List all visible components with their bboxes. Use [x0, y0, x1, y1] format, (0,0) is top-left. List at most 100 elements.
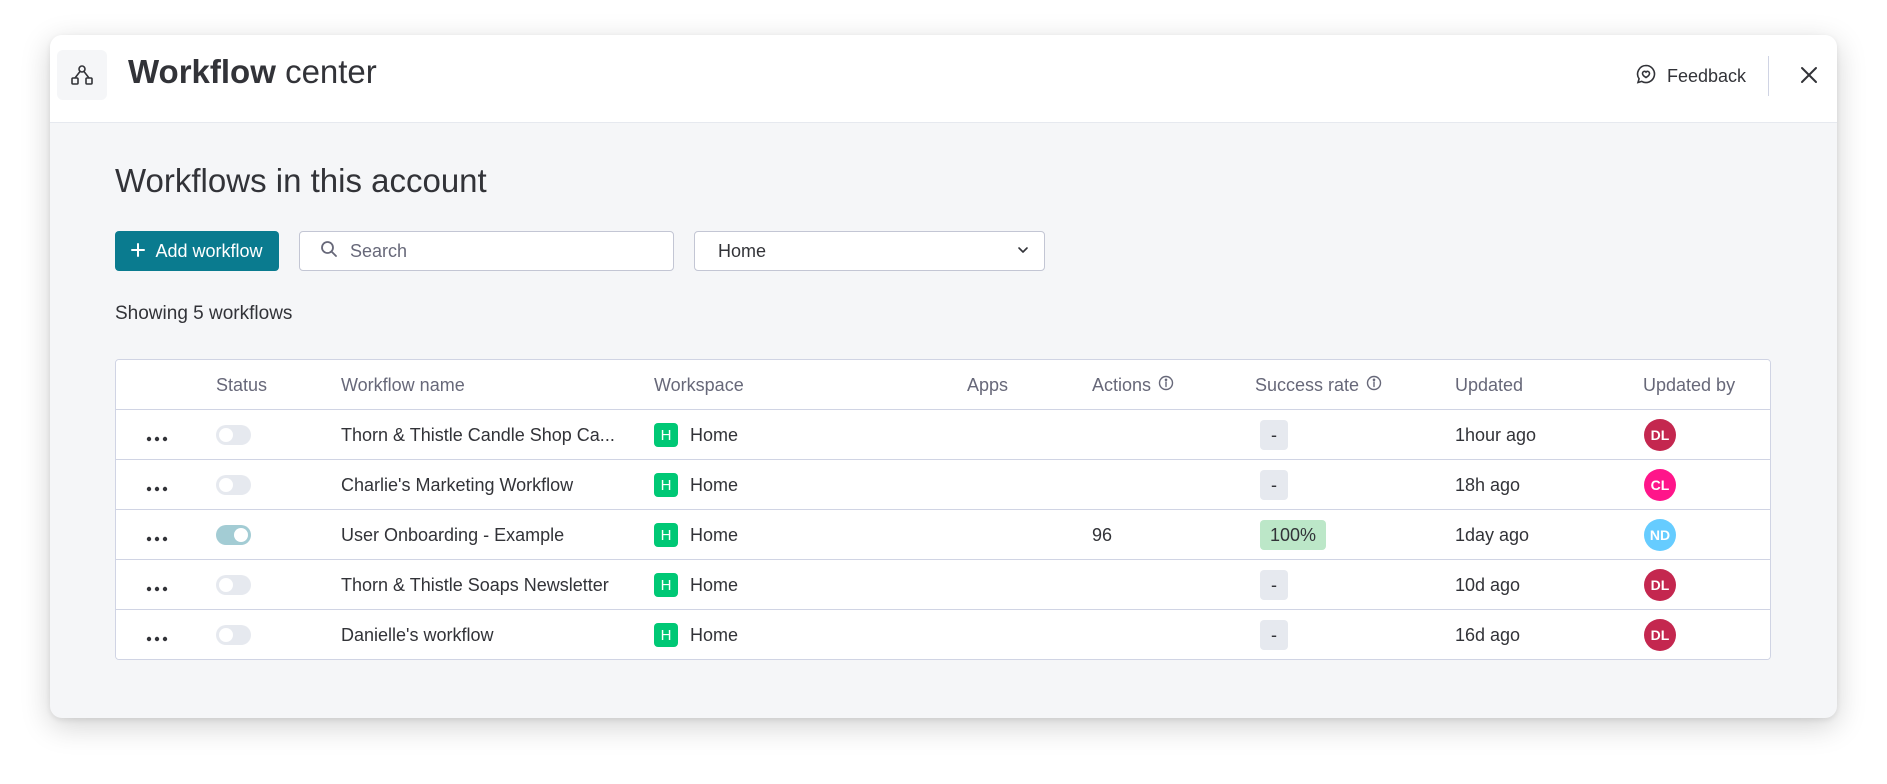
- workspace-cell: H Home: [654, 510, 738, 560]
- actions-cell: 96: [1092, 510, 1112, 560]
- workflows-table: Status Workflow name Workspace Apps Acti…: [115, 359, 1771, 660]
- column-header-workspace[interactable]: Workspace: [654, 360, 744, 410]
- workflow-count: Showing 5 workflows: [115, 303, 293, 324]
- chevron-down-icon: [1016, 241, 1030, 262]
- column-header-status-label: Status: [216, 374, 268, 395]
- modal-header: Workflow center Feedback: [50, 35, 1837, 123]
- search-icon: [320, 240, 338, 263]
- more-horizontal-icon: [146, 522, 168, 548]
- workflow-name-cell[interactable]: Charlie's Marketing Workflow: [341, 460, 573, 510]
- updated-value: 10d ago: [1455, 574, 1521, 595]
- search-input[interactable]: [350, 240, 650, 262]
- row-menu-button[interactable]: [144, 410, 170, 460]
- feedback-button[interactable]: Feedback: [1625, 59, 1756, 93]
- status-cell: [216, 560, 251, 610]
- workspace-name: Home: [690, 474, 739, 495]
- avatar[interactable]: ND: [1644, 519, 1676, 551]
- workspace-badge: H: [654, 623, 678, 647]
- workflow-name-cell[interactable]: Thorn & Thistle Soaps Newsletter: [341, 560, 609, 610]
- updated-value: 1hour ago: [1455, 424, 1537, 445]
- column-header-workflow-name-label: Workflow name: [341, 374, 465, 395]
- updated-by-cell: ND: [1644, 510, 1676, 560]
- table-row[interactable]: Thorn & Thistle Soaps Newsletter H Home …: [116, 560, 1770, 610]
- updated-cell: 10d ago: [1455, 560, 1520, 610]
- status-toggle[interactable]: [216, 425, 251, 445]
- workflow-name[interactable]: Danielle's workflow: [341, 625, 494, 646]
- table-row[interactable]: Charlie's Marketing Workflow H Home - 18…: [116, 460, 1770, 510]
- actions-value: 96: [1092, 524, 1113, 545]
- info-icon[interactable]: [1158, 375, 1174, 396]
- modal-title-light: center: [285, 53, 377, 90]
- table-row[interactable]: Thorn & Thistle Candle Shop Ca... H Home…: [116, 410, 1770, 460]
- success-rate-cell: -: [1260, 560, 1288, 610]
- header-divider: [1768, 56, 1769, 96]
- success-rate-cell: -: [1260, 410, 1288, 460]
- close-button[interactable]: [1793, 61, 1825, 93]
- status-toggle[interactable]: [216, 475, 251, 495]
- workspace-name: Home: [690, 524, 739, 545]
- avatar[interactable]: DL: [1644, 419, 1676, 451]
- success-rate-cell: -: [1260, 610, 1288, 659]
- column-header-updated-by[interactable]: Updated by: [1643, 360, 1735, 410]
- workspace-cell: H Home: [654, 410, 738, 460]
- success-rate-badge: -: [1260, 470, 1288, 500]
- info-icon[interactable]: [1366, 375, 1382, 396]
- workspace-name: Home: [690, 574, 739, 595]
- workspace-name: Home: [690, 424, 739, 445]
- status-toggle[interactable]: [216, 625, 251, 645]
- row-menu-button[interactable]: [144, 610, 170, 659]
- success-rate-cell: -: [1260, 460, 1288, 510]
- workspace-badge: H: [654, 573, 678, 597]
- row-menu-button[interactable]: [144, 510, 170, 560]
- status-cell: [216, 510, 251, 560]
- row-menu-button[interactable]: [144, 560, 170, 610]
- column-header-updated[interactable]: Updated: [1455, 360, 1523, 410]
- column-header-workflow-name[interactable]: Workflow name: [341, 360, 465, 410]
- workflow-name-cell[interactable]: User Onboarding - Example: [341, 510, 564, 560]
- table-row[interactable]: User Onboarding - Example H Home 96 100%…: [116, 510, 1770, 560]
- column-header-success-rate[interactable]: Success rate: [1255, 360, 1382, 410]
- updated-value: 16d ago: [1455, 624, 1521, 645]
- workspace-name: Home: [690, 624, 739, 645]
- workspace-badge: H: [654, 423, 678, 447]
- workflow-name[interactable]: Charlie's Marketing Workflow: [341, 475, 573, 496]
- column-header-workspace-label: Workspace: [654, 374, 744, 395]
- avatar[interactable]: CL: [1644, 469, 1676, 501]
- workflow-center-modal: Workflow center Feedback Workflows in th…: [50, 35, 1837, 718]
- updated-by-cell: DL: [1644, 610, 1676, 659]
- table-body: Thorn & Thistle Candle Shop Ca... H Home…: [116, 410, 1770, 659]
- column-header-status[interactable]: Status: [216, 360, 267, 410]
- feedback-label: Feedback: [1667, 65, 1747, 86]
- column-header-actions-label: Actions: [1092, 374, 1152, 395]
- status-toggle[interactable]: [216, 575, 251, 595]
- more-horizontal-icon: [146, 572, 168, 598]
- modal-title: Workflow center: [128, 52, 377, 92]
- updated-by-cell: DL: [1644, 560, 1676, 610]
- column-header-actions[interactable]: Actions: [1092, 360, 1174, 410]
- workspace-cell: H Home: [654, 560, 738, 610]
- more-horizontal-icon: [146, 622, 168, 648]
- status-toggle[interactable]: [216, 525, 251, 545]
- add-workflow-label: Add workflow: [155, 240, 263, 261]
- workflow-name[interactable]: Thorn & Thistle Candle Shop Ca...: [341, 425, 615, 446]
- workflow-name-cell[interactable]: Danielle's workflow: [341, 610, 494, 659]
- workflow-name[interactable]: User Onboarding - Example: [341, 525, 564, 546]
- feedback-chat-icon: [1635, 63, 1657, 90]
- column-header-success-rate-label: Success rate: [1255, 374, 1360, 395]
- row-menu-button[interactable]: [144, 460, 170, 510]
- column-header-apps[interactable]: Apps: [967, 360, 1008, 410]
- more-horizontal-icon: [146, 472, 168, 498]
- success-rate-badge: -: [1260, 420, 1288, 450]
- avatar[interactable]: DL: [1644, 619, 1676, 651]
- column-header-updated-label: Updated: [1455, 374, 1524, 395]
- workspace-select[interactable]: Home: [694, 231, 1045, 271]
- workflow-name-cell[interactable]: Thorn & Thistle Candle Shop Ca...: [341, 410, 615, 460]
- workflow-name[interactable]: Thorn & Thistle Soaps Newsletter: [341, 575, 609, 596]
- updated-value: 18h ago: [1455, 474, 1521, 495]
- column-header-apps-label: Apps: [967, 374, 1009, 395]
- add-workflow-button[interactable]: Add workflow: [115, 231, 279, 271]
- table-row[interactable]: Danielle's workflow H Home - 16d ago DL: [116, 610, 1770, 659]
- avatar[interactable]: DL: [1644, 569, 1676, 601]
- close-icon: [1800, 66, 1818, 89]
- plus-icon: [131, 241, 146, 262]
